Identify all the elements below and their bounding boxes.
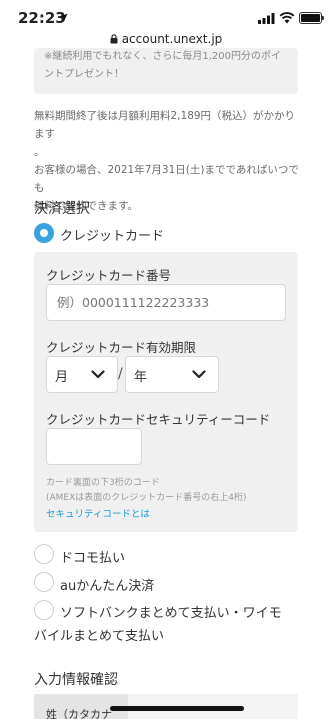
card-number-input[interactable] xyxy=(46,284,286,321)
au-option-label[interactable]: auかんたん決済 xyxy=(60,575,154,594)
wifi-icon xyxy=(279,12,295,24)
credit-card-option-label[interactable]: クレジットカード xyxy=(60,225,164,244)
lock-icon xyxy=(110,34,118,44)
home-indicator xyxy=(110,706,244,711)
radio-softbank[interactable] xyxy=(34,600,54,620)
notice-line: 無料期間終了後は月額利用料2,189円（税込）がかかります xyxy=(34,110,296,140)
radio-docomo[interactable] xyxy=(34,544,54,564)
card-number-label: クレジットカード番号 xyxy=(46,268,172,283)
promo-text: ※継続利用でもれなく、さらに毎月1,200円分のポイ ントプレゼント！ xyxy=(44,48,294,84)
expiry-year-value: 年 xyxy=(134,370,148,385)
status-bar: 22:23 xyxy=(0,0,332,32)
promo-line: ントプレゼント！ xyxy=(44,69,124,80)
security-code-help: カード裏面の下3桁のコード xyxy=(46,478,160,488)
security-code-help-amex: (AMEXは表面のクレジットカード番号の右上4桁) xyxy=(46,493,247,503)
docomo-option-label[interactable]: ドコモ払い xyxy=(60,547,125,566)
chevron-down-icon xyxy=(192,370,206,379)
location-arrow-icon xyxy=(59,13,68,22)
expiry-month-value: 月 xyxy=(55,370,69,385)
promo-line: ※継続利用でもれなく、さらに毎月1,200円分のポイ xyxy=(44,51,282,62)
expiry-month-select[interactable]: 月 xyxy=(46,356,118,393)
promo-box: ※継続利用でもれなく、さらに毎月1,200円分のポイ ントプレゼント！ xyxy=(34,48,298,94)
security-code-input[interactable] xyxy=(46,428,142,465)
url-domain: account.unext.jp xyxy=(121,32,223,46)
notice-line: お客様の場合、2021年7月31日(土)までであればいつでも xyxy=(34,164,299,194)
expiry-separator: / xyxy=(118,366,123,382)
security-code-info-link[interactable]: セキュリティコードとは xyxy=(46,506,150,520)
confirm-section-title: 入力情報確認 xyxy=(34,672,118,688)
notice-line: 。 xyxy=(34,146,45,158)
card-expiry-label: クレジットカード有効期限 xyxy=(46,340,197,355)
softbank-option-label-cont[interactable]: バイルまとめて支払い xyxy=(34,625,164,644)
chevron-down-icon xyxy=(91,370,105,379)
security-code-label: クレジットカードセキュリティーコード xyxy=(46,412,271,427)
payment-section-title: 決済選択 xyxy=(34,201,90,217)
radio-au[interactable] xyxy=(34,572,54,592)
battery-icon xyxy=(299,12,324,24)
softbank-option-label[interactable]: ソフトバンクまとめて支払い・ワイモ xyxy=(60,602,282,621)
radio-credit-card[interactable] xyxy=(34,223,54,243)
expiry-year-select[interactable]: 年 xyxy=(125,356,219,393)
cellular-signal-icon xyxy=(258,13,275,24)
